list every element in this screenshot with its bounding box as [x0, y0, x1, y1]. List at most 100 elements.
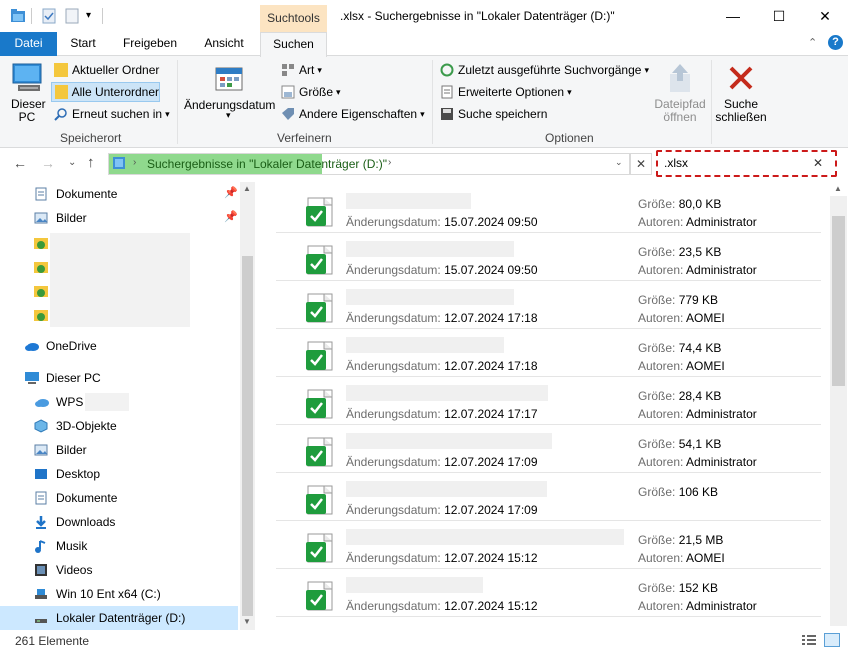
this-pc-button[interactable]: Dieser PC: [11, 98, 46, 124]
details-view-icon[interactable]: [802, 634, 816, 646]
ribbon-collapse-icon[interactable]: ⌃: [808, 36, 817, 49]
redacted-file-name: [346, 241, 514, 257]
size-field: Größe: 74,4 KB: [638, 341, 721, 355]
size-label: Größe:: [638, 245, 676, 259]
nav-item-videos[interactable]: Videos: [0, 558, 238, 582]
divider: [432, 60, 433, 144]
date-value: 12.07.2024 17:09: [444, 503, 538, 517]
search-clear-button[interactable]: ✕: [813, 156, 823, 170]
nav-item-pictures[interactable]: Bilder: [0, 438, 238, 462]
up-arrow-icon[interactable]: ↑: [87, 154, 95, 171]
result-row[interactable]: Änderungsdatum: 12.07.2024 17:09 Größe: 1…: [276, 473, 821, 521]
nav-item-quick-pictures[interactable]: Bilder: [0, 206, 238, 230]
nav-item-drive-d[interactable]: Lokaler Datenträger (D:): [0, 606, 238, 630]
result-row[interactable]: Änderungsdatum: 12.07.2024 17:09 Größe: 5…: [276, 425, 821, 473]
recent-searches-icon: [440, 63, 454, 77]
excel-folder-icon[interactable]: [34, 284, 48, 298]
size-button[interactable]: Größe ▾: [281, 85, 341, 99]
scroll-up-icon[interactable]: ▲: [834, 184, 842, 193]
recent-locations-chevron-icon[interactable]: ⌄: [68, 157, 76, 168]
excel-folder-icon[interactable]: [34, 236, 48, 250]
address-path[interactable]: Suchergebnisse in "Lokaler Datenträger (…: [147, 157, 387, 171]
results-scrollbar-thumb[interactable]: [832, 216, 845, 386]
nav-item-quick-documents[interactable]: Dokumente: [0, 182, 238, 206]
close-button[interactable]: ✕: [802, 0, 848, 32]
close-search-button[interactable]: Suche schließen: [713, 98, 769, 124]
minimize-button[interactable]: —: [710, 0, 756, 32]
nav-item-desktop[interactable]: Desktop: [0, 462, 238, 486]
all-subfolders-button[interactable]: Alle Unterordner: [51, 82, 160, 102]
maximize-button[interactable]: ☐: [756, 0, 802, 32]
chevron-right-icon[interactable]: ›: [133, 157, 136, 168]
divider: [711, 60, 712, 144]
tab-home[interactable]: Start: [60, 32, 106, 56]
tab-search[interactable]: Suchen: [260, 32, 327, 57]
nav-item-this-pc[interactable]: Dieser PC: [0, 366, 238, 390]
advanced-options-label: Erweiterte Optionen: [458, 85, 565, 99]
result-row[interactable]: Änderungsdatum: 15.07.2024 09:50 Größe: 2…: [276, 233, 821, 281]
excel-file-icon: [306, 388, 338, 420]
date-value: 12.07.2024 15:12: [444, 551, 538, 565]
drive-icon: [34, 587, 50, 601]
tab-share[interactable]: Freigeben: [112, 32, 188, 56]
item-count: 261 Elemente: [15, 634, 90, 648]
save-search-button[interactable]: Suche speichern: [440, 107, 547, 121]
excel-file-icon: [306, 532, 338, 564]
properties-icon[interactable]: [41, 8, 57, 24]
search-input[interactable]: [660, 153, 810, 173]
authors-field: Autoren: Administrator: [638, 215, 757, 229]
result-row[interactable]: Änderungsdatum: 12.07.2024 15:12 Größe: 1…: [276, 569, 821, 617]
redacted-file-name: [346, 481, 547, 497]
quick-access-dropdown-icon[interactable]: ▾: [86, 10, 91, 21]
nav-item-onedrive[interactable]: OneDrive: [0, 334, 238, 358]
nav-scrollbar-thumb[interactable]: [242, 256, 253, 616]
result-row[interactable]: Änderungsdatum: 12.07.2024 17:18 Größe: 7…: [276, 281, 821, 329]
other-properties-button[interactable]: Andere Eigenschaften ▾: [281, 107, 425, 121]
date-value: 12.07.2024 17:17: [444, 407, 538, 421]
pin-icon[interactable]: 📌: [224, 186, 238, 199]
date-label: Änderungsdatum:: [346, 263, 441, 277]
new-folder-icon[interactable]: [64, 8, 80, 24]
date-field: Änderungsdatum: 12.07.2024 15:12: [346, 551, 538, 565]
help-icon[interactable]: ?: [828, 35, 843, 50]
search-results-list: Änderungsdatum: 15.07.2024 09:50 Größe: 8…: [276, 185, 821, 625]
nav-item-drive-c[interactable]: Win 10 Ent x64 (C:): [0, 582, 238, 606]
result-row[interactable]: Änderungsdatum: 12.07.2024 17:18 Größe: 7…: [276, 329, 821, 377]
stop-search-button[interactable]: ✕: [630, 153, 652, 175]
redacted-file-name: [346, 577, 483, 593]
chevron-right-icon[interactable]: ›: [388, 157, 391, 168]
authors-value: Administrator: [686, 455, 757, 469]
nav-item-downloads[interactable]: Downloads: [0, 510, 238, 534]
current-folder-button[interactable]: Aktueller Ordner: [54, 63, 159, 77]
address-dropdown-icon[interactable]: ⌄: [615, 157, 623, 168]
recent-searches-button[interactable]: Zuletzt ausgeführte Suchvorgänge ▾: [440, 63, 649, 77]
tab-file[interactable]: Datei: [0, 32, 57, 56]
nav-item-label: Dokumente: [56, 187, 118, 201]
forward-arrow-icon[interactable]: →: [41, 155, 55, 171]
open-file-location-button[interactable]: Dateipfad öffnen: [649, 98, 711, 124]
result-row[interactable]: Änderungsdatum: 12.07.2024 17:17 Größe: 2…: [276, 377, 821, 425]
result-row[interactable]: Änderungsdatum: 12.07.2024 15:12 Größe: 2…: [276, 521, 821, 569]
result-row[interactable]: Änderungsdatum: 15.07.2024 09:50 Größe: 8…: [276, 185, 821, 233]
pin-icon[interactable]: 📌: [224, 210, 238, 223]
search-again-button[interactable]: Erneut suchen in ▾: [54, 107, 170, 121]
content-view-icon[interactable]: [824, 633, 840, 647]
back-arrow-icon[interactable]: ←: [13, 155, 27, 171]
context-tab-search-tools: Suchtools: [260, 5, 327, 32]
nav-item-3d-objects[interactable]: 3D-Objekte: [0, 414, 238, 438]
excel-folder-icon[interactable]: [34, 260, 48, 274]
nav-item-wps[interactable]: WPS: [0, 390, 238, 414]
type-button[interactable]: Art ▾: [281, 63, 322, 77]
scroll-down-icon[interactable]: ▼: [243, 617, 251, 626]
document-icon: [440, 85, 454, 99]
authors-value: Administrator: [686, 215, 757, 229]
other-properties-label: Andere Eigenschaften: [299, 107, 418, 121]
excel-file-icon: [306, 340, 338, 372]
excel-file-icon: [306, 244, 338, 276]
nav-item-music[interactable]: Musik: [0, 534, 238, 558]
excel-folder-icon[interactable]: [34, 308, 48, 322]
tab-view[interactable]: Ansicht: [194, 32, 254, 56]
scroll-up-icon[interactable]: ▲: [243, 184, 251, 193]
nav-item-documents[interactable]: Dokumente: [0, 486, 238, 510]
advanced-options-button[interactable]: Erweiterte Optionen ▾: [440, 85, 572, 99]
